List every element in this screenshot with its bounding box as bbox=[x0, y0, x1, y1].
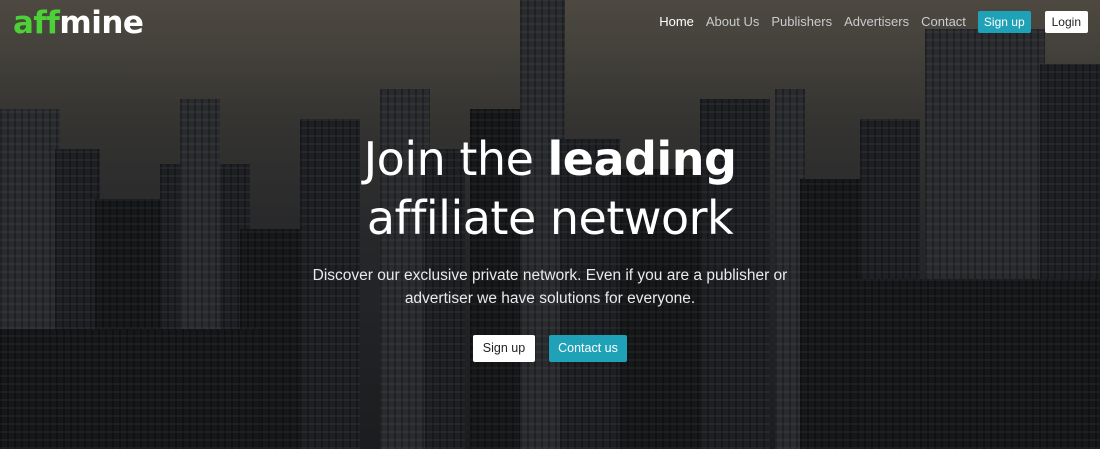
nav-menu: Home About Us Publishers Advertisers Con… bbox=[647, 11, 1088, 33]
nav-link-home[interactable]: Home bbox=[659, 11, 694, 33]
nav-link-contact[interactable]: Contact bbox=[921, 11, 966, 33]
nav-link-publishers[interactable]: Publishers bbox=[771, 11, 832, 33]
top-navbar: affmine Home About Us Publishers Adverti… bbox=[0, 0, 1100, 46]
hero-contact-button[interactable]: Contact us bbox=[549, 335, 627, 362]
nav-link-about-us[interactable]: About Us bbox=[706, 11, 759, 33]
logo-part-green: aff bbox=[13, 5, 60, 41]
hero-headline-bold: leading bbox=[547, 132, 737, 186]
affmine-logo[interactable]: affmine bbox=[13, 4, 144, 42]
logo-part-white: mine bbox=[59, 5, 144, 41]
nav-signup-button[interactable]: Sign up bbox=[977, 11, 1031, 33]
nav-login-button[interactable]: Login bbox=[1044, 11, 1088, 33]
hero-headline-thin: Join the bbox=[363, 132, 548, 186]
hero-signup-button[interactable]: Sign up bbox=[473, 335, 535, 362]
nav-link-advertisers[interactable]: Advertisers bbox=[844, 11, 909, 33]
hero-headline-line2: affiliate network bbox=[366, 191, 734, 245]
hero-headline-line1: Join the leading bbox=[0, 131, 1100, 187]
hero-subtitle-line2: advertiser we have solutions for everyon… bbox=[404, 290, 696, 307]
